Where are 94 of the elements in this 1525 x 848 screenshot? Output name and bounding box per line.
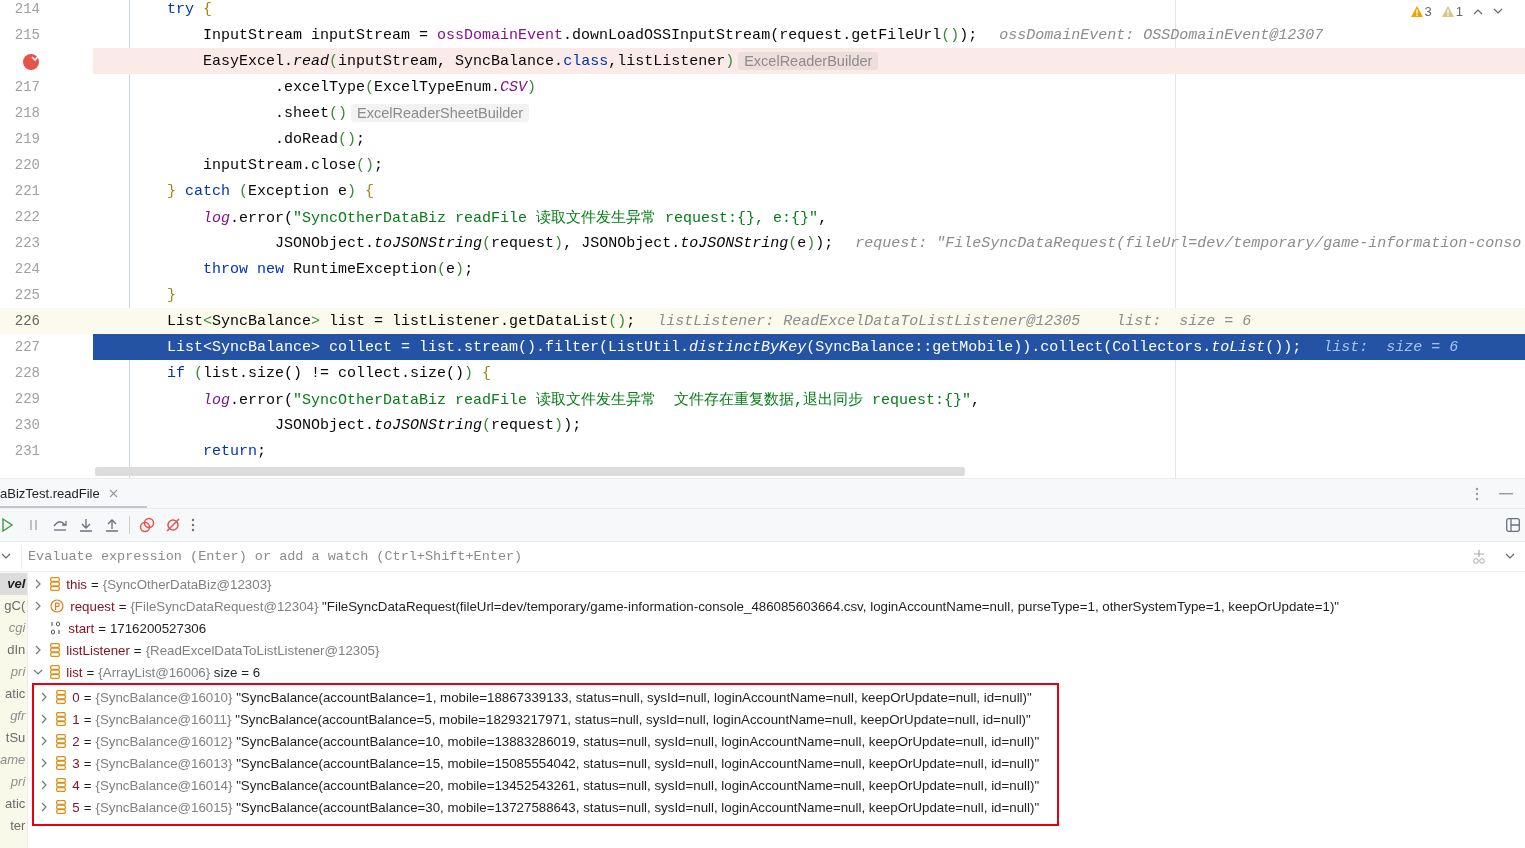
inline-value-hint: listListener: ReadExcelDataToListListener@12305 list: size = 6 — [657, 312, 1252, 330]
stack-frame[interactable]: atic — [0, 793, 28, 815]
field-icon — [56, 690, 67, 704]
variable-value: 0 = {SyncBalance@16010} "SyncBalance(accountBalance=1, mobile=18867339133, status=null, sysId=null, loginAccountName=null, keepOrUpdate=null, id=null)" — [72, 689, 1032, 705]
stack-frame[interactable]: pri — [0, 771, 28, 793]
variable-value: listListener = {ReadExcelDataToListListener@12305} — [66, 642, 381, 658]
line-number: 219 — [13, 131, 40, 147]
stack-frame[interactable]: ame — [0, 749, 28, 771]
chevron-down-icon[interactable] — [1493, 8, 1503, 15]
variable-value: start = 1716200527306 — [68, 620, 207, 636]
variable-value: list = {ArrayList@16006} size = 6 — [66, 664, 261, 680]
breakpoints-icon[interactable] — [139, 517, 155, 533]
stack-frame[interactable]: gfr — [0, 705, 28, 727]
code-line: if (list.size() != collect.size()) { — [166, 364, 492, 382]
line-number: 230 — [13, 417, 40, 433]
field-icon — [56, 800, 67, 814]
type-hint: ExcelReaderBuilder — [738, 52, 879, 70]
line-number: 221 — [13, 183, 40, 199]
variable-value: 1 = {SyncBalance@16011} "SyncBalance(accountBalance=5, mobile=18293217971, status=null, sysId=null, loginAccountName=null, keepOrUpdate=null, id=null)" — [72, 711, 1031, 727]
more-icon[interactable] — [1475, 486, 1479, 501]
stack-frame[interactable]: dIn — [0, 639, 28, 661]
more-icon[interactable] — [191, 518, 195, 532]
line-number: 224 — [13, 261, 40, 277]
stack-frame[interactable]: cgi — [0, 617, 28, 639]
code-line: } — [166, 286, 176, 304]
code-line: log.error("SyncOtherDataBiz readFile 读取文件发生异常 文件存在重复数据,退出同步 request:{}", — [202, 390, 981, 409]
code-line: inputStream.close(); — [202, 156, 384, 174]
close-icon[interactable] — [108, 489, 118, 498]
code-line: JSONObject.toJSONString(request), JSONObject.toJSONString(e)); — [274, 234, 834, 252]
step-out-icon[interactable] — [104, 517, 120, 533]
code-line: List<SyncBalance> list = listListener.getDataList(); — [166, 312, 636, 330]
line-number: 226 — [13, 313, 40, 329]
field-icon — [50, 577, 61, 591]
field-icon — [56, 778, 67, 792]
variable-value: 4 = {SyncBalance@16014} "SyncBalance(accountBalance=20, mobile=13452543261, status=null, sysId=null, loginAccountName=null, keepOrUpdate=null, id=null)" — [72, 777, 1040, 793]
code-line: } catch (Exception e) { — [166, 182, 375, 200]
type-hint: ExcelReaderSheetBuilder — [351, 104, 530, 122]
primitive-icon — [50, 621, 63, 635]
line-number: 218 — [13, 105, 40, 121]
minimize-icon[interactable] — [1499, 492, 1513, 495]
warning-count[interactable]: 1 — [1441, 4, 1463, 19]
inline-value-hint: list: size = 6 — [1323, 338, 1459, 356]
field-icon — [50, 643, 61, 657]
code-line: .sheet() — [274, 104, 348, 122]
line-number: 220 — [13, 157, 40, 173]
step-into-icon[interactable] — [78, 517, 94, 533]
stack-frame[interactable]: vel — [0, 573, 28, 595]
stack-frame[interactable]: atic — [0, 683, 28, 705]
variable-value: 5 = {SyncBalance@16015} "SyncBalance(accountBalance=30, mobile=13727588643, status=null, sysId=null, loginAccountName=null, keepOrUpdate=null, id=null)" — [72, 799, 1040, 815]
variable-value: 2 = {SyncBalance@16012} "SyncBalance(accountBalance=10, mobile=13883286019, status=null, sysId=null, loginAccountName=null, keepOrUpdate=null, id=null)" — [72, 733, 1040, 749]
code-line: InputStream inputStream = ossDomainEvent.downLoadOSSInputStream(request.getFileUrl()); — [202, 26, 978, 44]
line-number: 225 — [13, 287, 40, 303]
line-number: 231 — [13, 443, 40, 459]
variable-value: 3 = {SyncBalance@16013} "SyncBalance(accountBalance=15, mobile=15085554042, status=null, sysId=null, loginAccountName=null, keepOrUpdate=null, id=null)" — [72, 755, 1040, 771]
line-number: 229 — [13, 391, 40, 407]
breakpoint-icon[interactable] — [21, 51, 41, 71]
line-number: 214 — [13, 1, 40, 17]
code-line: .excelType(ExcelTypeEnum.CSV) — [274, 78, 537, 96]
line-number: 222 — [13, 209, 40, 225]
line-number: 217 — [13, 79, 40, 95]
line-number: 227 — [13, 339, 40, 355]
code-line: log.error("SyncOtherDataBiz readFile 读取文件发生异常 request:{}, e:{}", — [202, 208, 828, 227]
code-line: JSONObject.toJSONString(request)); — [274, 416, 582, 434]
layout-icon[interactable] — [1506, 518, 1520, 532]
stack-frame[interactable]: ter — [0, 815, 28, 837]
line-number: 228 — [13, 365, 40, 381]
code-line: return; — [202, 442, 267, 460]
variable-value: this = {SyncOtherDataBiz@12303} — [66, 576, 273, 592]
field-icon — [56, 756, 67, 770]
field-icon — [56, 712, 67, 726]
parameter-icon — [50, 599, 65, 613]
code-line: throw new RuntimeException(e); — [202, 260, 474, 278]
code-line: try { — [166, 0, 213, 18]
chevron-down-icon[interactable] — [1505, 553, 1515, 560]
stack-frame[interactable]: gC( — [0, 595, 28, 617]
stack-frame[interactable]: tSu — [0, 727, 28, 749]
chevron-down-icon[interactable] — [33, 667, 44, 677]
stack-frame[interactable]: pri — [0, 661, 28, 683]
mute-breakpoints-icon[interactable] — [165, 517, 181, 533]
field-icon — [56, 734, 67, 748]
inline-value-hint: request: "FileSyncDataRequest(fileUrl=dev/temporary/game-information-conso — [855, 234, 1522, 252]
scrollbar-thumb[interactable] — [95, 467, 965, 476]
field-icon — [50, 665, 61, 679]
line-number: 223 — [13, 235, 40, 251]
inline-value-hint: ossDomainEvent: OSSDomainEvent@12307 — [999, 26, 1324, 44]
variable-value: request = {FileSyncDataRequest@12304} "FileSyncDataRequest(fileUrl=dev/temporary/game-information-console_486085603664.csv, loginAccountName=null, purseType=1, otherSystemType=1, keepOrUpdate=1)" — [70, 598, 1340, 614]
chevron-down-icon[interactable] — [1, 553, 11, 560]
debug-tab[interactable]: aBizTest.readFile — [0, 479, 147, 508]
code-line: EasyExcel.read(inputStream, SyncBalance.class,listListener) — [202, 52, 735, 70]
code-line: List<SyncBalance> collect = list.stream().filter(ListUtil.distinctByKey(SyncBalance::getMobile)).collect(Collectors.toList()); — [166, 338, 1302, 356]
line-number: 215 — [13, 27, 40, 43]
code-line: .doRead(); — [274, 130, 366, 148]
warning-count[interactable]: 3 — [1410, 4, 1432, 19]
chevron-up-icon[interactable] — [1473, 8, 1483, 15]
